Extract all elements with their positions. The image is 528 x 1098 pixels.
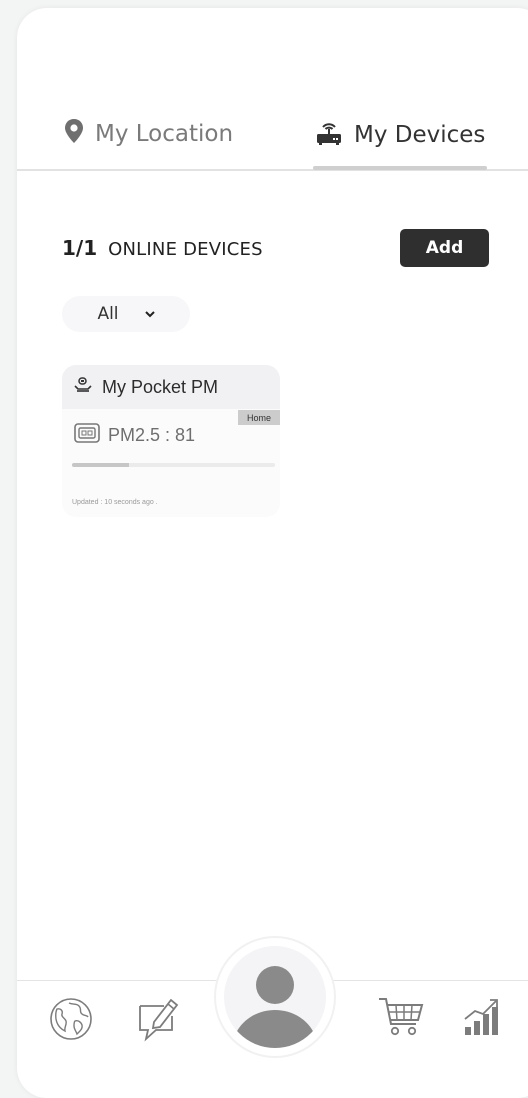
online-device-count: 1/1: [62, 236, 98, 260]
sensor-icon: [74, 423, 100, 447]
device-icon: [74, 377, 92, 397]
router-icon: [315, 118, 343, 152]
tab-my-devices-label: My Devices: [354, 122, 486, 148]
online-devices-label: ONLINE DEVICES: [108, 239, 263, 260]
tab-bar: My Location My Devices: [0, 0, 528, 172]
tab-my-location-label: My Location: [95, 121, 234, 147]
nav-edit[interactable]: [138, 996, 180, 1046]
pm25-progress-fill: [72, 463, 129, 467]
device-filter-select[interactable]: All: [62, 296, 190, 332]
user-avatar-icon: [224, 946, 326, 1048]
device-updated-time: Updated : 10 seconds ago .: [72, 499, 158, 506]
online-devices-summary: 1/1 ONLINE DEVICES: [62, 236, 263, 260]
nav-stats[interactable]: [463, 997, 503, 1041]
device-card-header: My Pocket PM: [62, 365, 280, 409]
tab-my-devices[interactable]: My Devices: [315, 118, 485, 152]
chevron-down-icon: [144, 308, 155, 321]
map-marker-icon: [64, 118, 84, 150]
device-location-tag: Home: [238, 410, 280, 425]
cart-icon: [378, 998, 424, 1042]
stats-icon: [463, 999, 503, 1041]
nav-profile-button[interactable]: [216, 938, 334, 1056]
add-device-button[interactable]: Add: [400, 229, 489, 267]
device-reading: PM2.5 : 81: [74, 423, 195, 447]
nav-shop[interactable]: [378, 996, 424, 1042]
edit-chat-icon: [138, 998, 180, 1046]
pm25-value: PM2.5 : 81: [108, 424, 196, 445]
device-name: My Pocket PM: [102, 376, 219, 397]
device-card[interactable]: My Pocket PM Home PM2.5 : 81 Updated : 1…: [62, 365, 280, 517]
globe-icon: [49, 998, 93, 1045]
pm25-progress-bar: [72, 463, 275, 467]
tab-my-location[interactable]: My Location: [64, 118, 233, 150]
filter-selected-value: All: [97, 304, 119, 324]
nav-globe[interactable]: [49, 997, 93, 1045]
active-tab-indicator: [313, 166, 487, 170]
